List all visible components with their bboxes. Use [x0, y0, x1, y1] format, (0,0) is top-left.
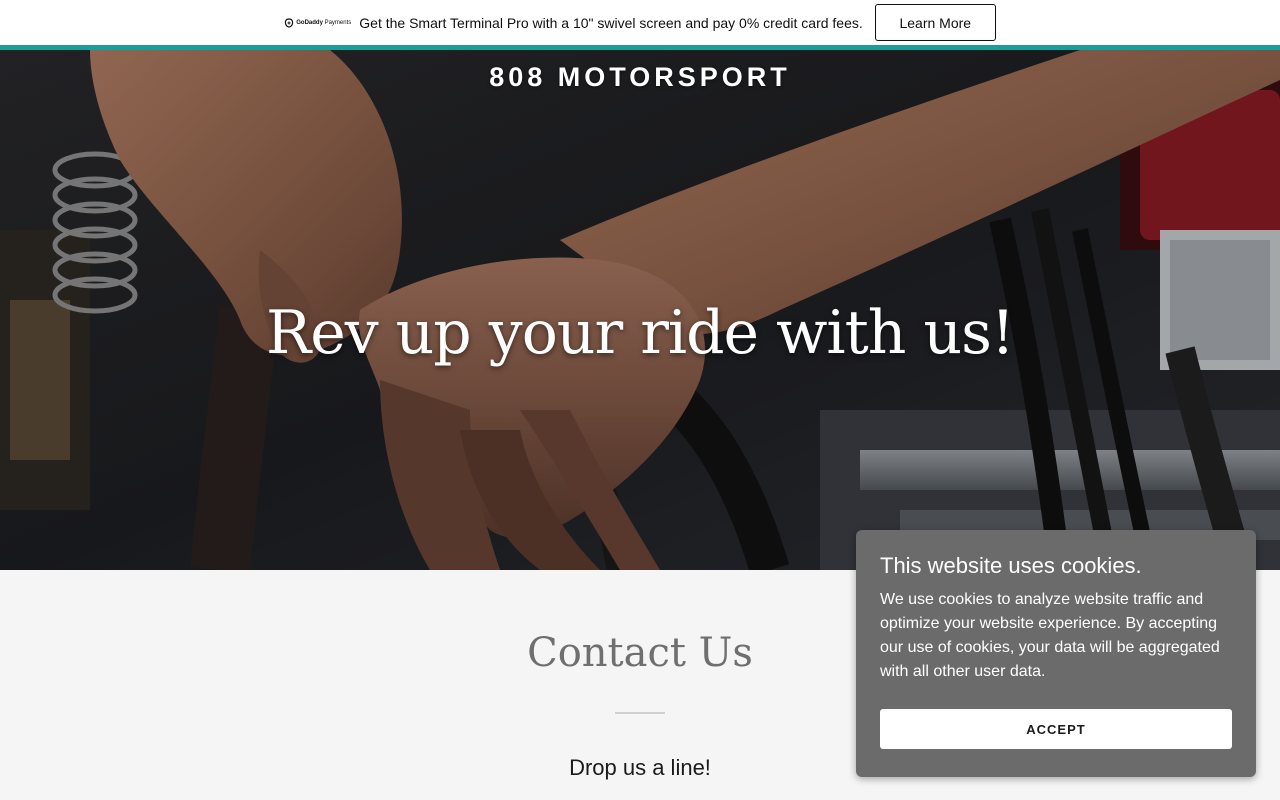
- promo-message: Get the Smart Terminal Pro with a 10" sw…: [359, 14, 863, 31]
- site-title[interactable]: 808 MOTORSPORT: [0, 62, 1280, 93]
- section-divider: [615, 712, 665, 714]
- cookie-title: This website uses cookies.: [880, 553, 1142, 578]
- godaddy-payments-logo: GoDaddy Payments: [284, 17, 352, 28]
- logo-wordmark: GoDaddy Payments: [296, 19, 352, 26]
- cookie-description: We use cookies to analyze website traffi…: [880, 591, 1220, 680]
- accept-cookies-button[interactable]: ACCEPT: [880, 709, 1232, 749]
- cookie-banner: This website uses cookies. We use cookie…: [856, 530, 1256, 777]
- learn-more-button[interactable]: Learn More: [874, 4, 996, 41]
- promo-banner: GoDaddy Payments Get the Smart Terminal …: [0, 0, 1280, 45]
- promo-content: GoDaddy Payments Get the Smart Terminal …: [284, 4, 996, 41]
- hero-headline: Rev up your ride with us!: [266, 298, 1015, 368]
- godaddy-logo-icon: [285, 17, 294, 28]
- hero-section: 808 MOTORSPORT Rev up your ride with us!: [0, 50, 1280, 570]
